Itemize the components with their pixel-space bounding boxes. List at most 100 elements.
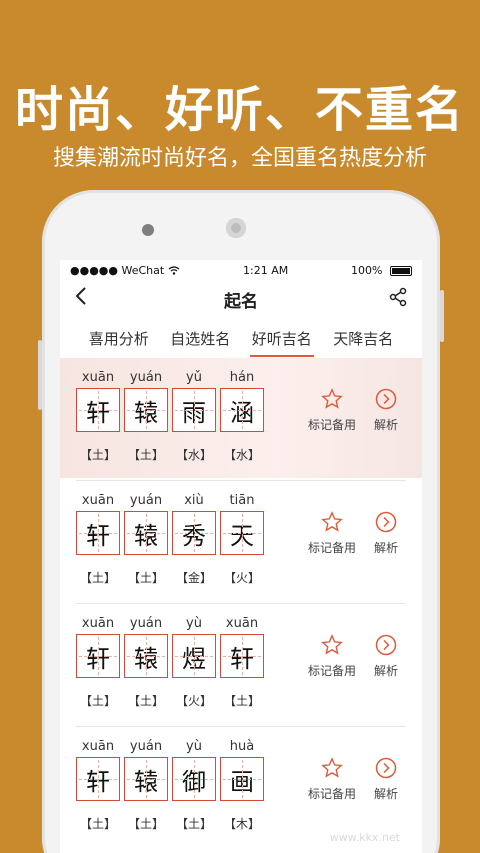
star-icon [321, 511, 343, 532]
mark-button[interactable]: 标记备用 [308, 509, 356, 556]
pinyin: huà [229, 739, 255, 754]
five-element: 【土】 [79, 817, 116, 831]
page-title: 起名 [224, 291, 258, 312]
pinyin: xuān [81, 493, 115, 508]
five-element: 【土】 [175, 817, 212, 831]
tab-custom-name[interactable]: 自选姓名 [168, 320, 232, 357]
name-char: 轩 [76, 511, 120, 555]
five-element: 【土】 [127, 694, 164, 708]
star-icon [321, 757, 343, 778]
five-element: 【水】 [175, 448, 212, 462]
wifi-icon [168, 265, 180, 275]
tab-random-names[interactable]: 天降吉名 [331, 320, 395, 357]
five-element: 【火】 [175, 694, 212, 708]
five-element: 【土】 [79, 694, 116, 708]
name-char: 辕 [124, 388, 168, 432]
mark-button[interactable]: 标记备用 [308, 755, 356, 802]
phone-volume-button [38, 340, 42, 410]
chevron-right-circle-icon [375, 757, 397, 779]
star-icon [321, 634, 343, 655]
name-char: 涵 [220, 388, 264, 432]
name-char: 御 [172, 757, 216, 801]
mark-label: 标记备用 [307, 418, 356, 432]
name-char: 煜 [172, 634, 216, 678]
chevron-right-circle-icon [375, 634, 397, 656]
name-char: 天 [220, 511, 264, 555]
status-bar: ●●●●● WeChat 1:21 AM 100% [60, 260, 422, 280]
name-char: 轩 [76, 757, 120, 801]
five-element: 【土】 [79, 448, 116, 462]
analyze-label: 解析 [373, 418, 398, 432]
name-char: 辕 [124, 511, 168, 555]
tab-good-names[interactable]: 好听吉名 [249, 320, 314, 357]
share-icon[interactable] [388, 287, 408, 311]
mark-button[interactable]: 标记备用 [308, 386, 356, 433]
app-screen: ●●●●● WeChat 1:21 AM 100% 起名 喜用分析 自选姓名 好… [60, 260, 422, 853]
mark-label: 标记备用 [307, 541, 356, 555]
five-element: 【木】 [223, 817, 260, 831]
pinyin: tiān [229, 493, 255, 508]
battery-status: 100% [351, 264, 412, 277]
site-watermark: www.kkx.net [329, 831, 400, 844]
five-element: 【水】 [223, 448, 260, 462]
promo-headline: 时尚、好听、不重名 [14, 82, 465, 138]
tab-bar: 喜用分析 自选姓名 好听吉名 天降吉名 [60, 318, 422, 358]
analyze-button[interactable]: 解析 [374, 509, 398, 556]
battery-percent: 100% [351, 263, 383, 277]
five-element: 【火】 [223, 571, 260, 585]
analyze-button[interactable]: 解析 [374, 755, 398, 802]
pinyin: xuān [81, 616, 115, 631]
pinyin: hán [229, 370, 255, 385]
battery-icon [390, 265, 412, 276]
name-char: 轩 [220, 634, 264, 678]
pinyin: xuān [81, 370, 115, 385]
mark-label: 标记备用 [307, 787, 356, 801]
pinyin: yù [186, 616, 202, 631]
pinyin: xiù [184, 493, 204, 508]
five-element: 【土】 [127, 817, 164, 831]
phone-frame: ●●●●● WeChat 1:21 AM 100% 起名 喜用分析 自选姓名 好… [38, 190, 444, 853]
front-camera-icon [142, 224, 154, 236]
five-element: 【土】 [79, 571, 116, 585]
tab-favorable-analysis[interactable]: 喜用分析 [87, 320, 151, 357]
name-char: 轩 [76, 388, 120, 432]
five-element: 【土】 [127, 448, 164, 462]
chevron-right-circle-icon [375, 511, 397, 533]
five-element: 【土】 [223, 694, 260, 708]
name-char: 轩 [76, 634, 120, 678]
star-icon [321, 388, 343, 409]
phone-power-button [440, 290, 444, 342]
name-char: 画 [220, 757, 264, 801]
name-char: 雨 [172, 388, 216, 432]
analyze-label: 解析 [373, 664, 398, 678]
promo-subline: 搜集潮流时尚好名，全国重名热度分析 [52, 146, 427, 171]
name-char: 秀 [172, 511, 216, 555]
name-list: xuān 轩【土】 yuán 辕【土】 yǔ 雨【水】 hán 涵【水】 标记备用 解析 [60, 358, 422, 850]
name-card: xuān 轩【土】 yuán 辕【土】 yù 煜【火】 xuān 轩【土】 标记备用 解… [76, 604, 406, 727]
five-element: 【金】 [175, 571, 212, 585]
navigation-bar: 起名 [60, 280, 422, 318]
analyze-label: 解析 [373, 787, 398, 801]
analyze-label: 解析 [373, 541, 398, 555]
pinyin: xuān [225, 616, 259, 631]
status-time: 1:21 AM [243, 263, 289, 277]
mark-label: 标记备用 [307, 664, 356, 678]
pinyin: yuán [129, 370, 163, 385]
pinyin: yǔ [186, 370, 202, 385]
speaker-icon [226, 218, 246, 238]
pinyin: xuān [81, 739, 115, 754]
chevron-right-circle-icon [375, 388, 397, 410]
pinyin: yuán [129, 493, 163, 508]
chevron-left-icon[interactable] [74, 286, 88, 312]
analyze-button[interactable]: 解析 [374, 632, 398, 679]
name-char: 辕 [124, 757, 168, 801]
name-card: xuān 轩【土】 yuán 辕【土】 yǔ 雨【水】 hán 涵【水】 标记备用 解析 [76, 358, 406, 481]
five-element: 【土】 [127, 571, 164, 585]
pinyin: yù [186, 739, 202, 754]
pinyin: yuán [129, 616, 163, 631]
analyze-button[interactable]: 解析 [374, 386, 398, 433]
name-char: 辕 [124, 634, 168, 678]
mark-button[interactable]: 标记备用 [308, 632, 356, 679]
name-card: xuān 轩【土】 yuán 辕【土】 xiù 秀【金】 tiān 天【火】 标记备用 … [76, 481, 406, 604]
name-card: xuān 轩【土】 yuán 辕【土】 yù 御【土】 huà 画【木】 标记备用 解析 [76, 727, 406, 850]
